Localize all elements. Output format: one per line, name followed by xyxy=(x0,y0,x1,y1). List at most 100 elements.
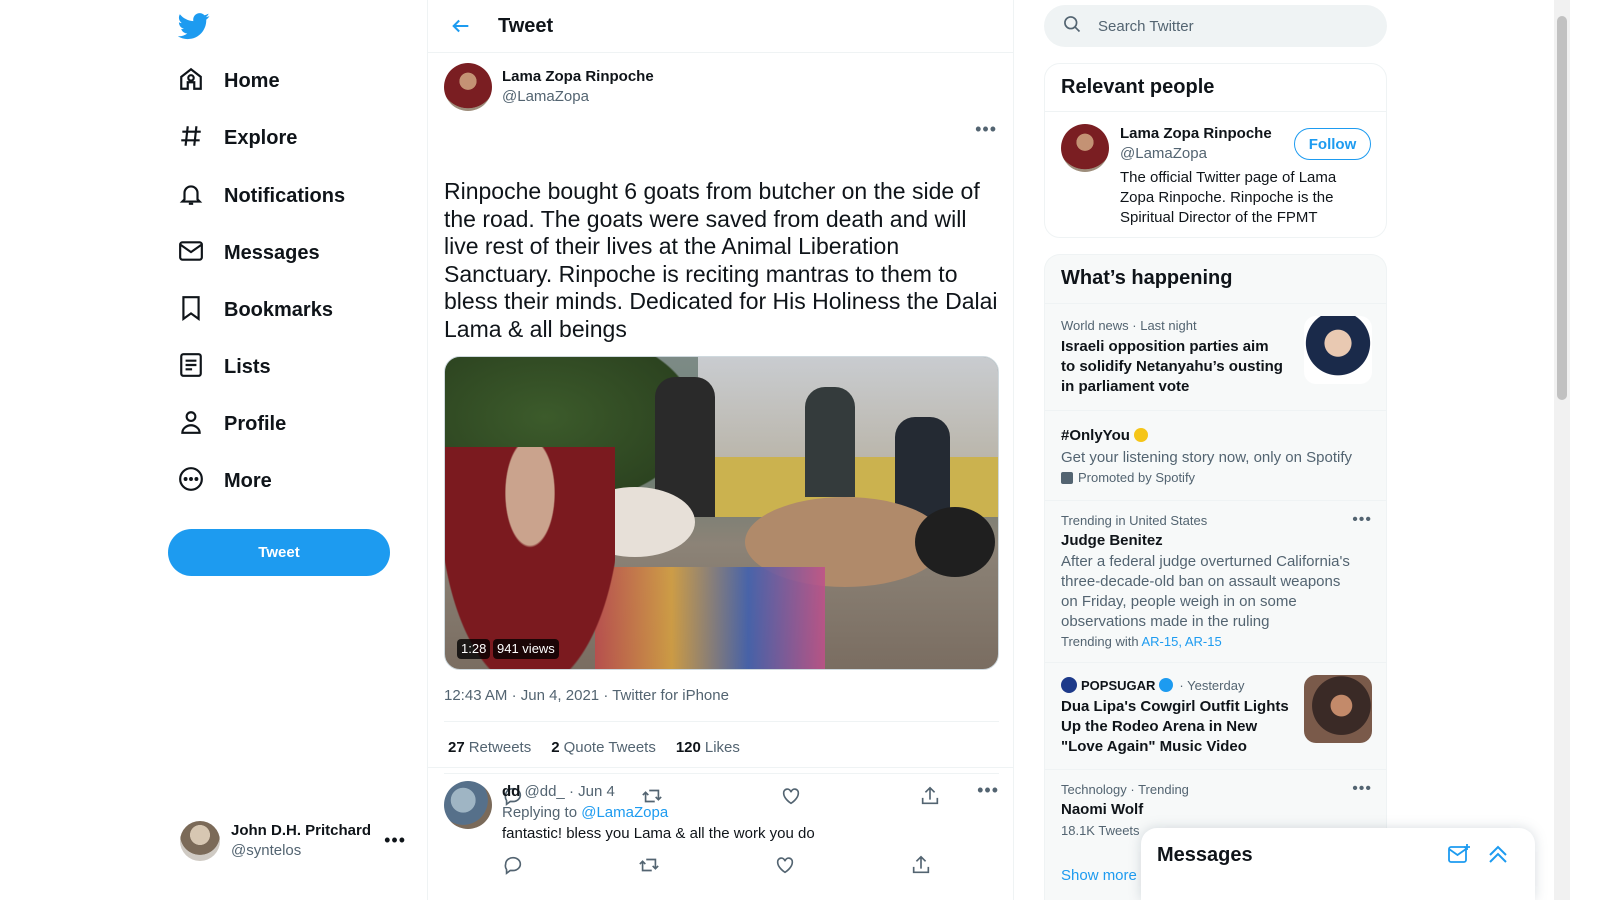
more-circle-icon xyxy=(178,466,204,497)
follow-button[interactable]: Follow xyxy=(1294,128,1371,160)
left-navigation: Home Explore Notifications Messages Book… xyxy=(168,0,426,900)
nav-item-notifications[interactable]: Notifications xyxy=(178,174,345,218)
person-bio: The official Twitter page of Lama Zopa R… xyxy=(1120,169,1337,226)
reply-text: fantastic! bless you Lama & all the work… xyxy=(502,825,815,842)
popsugar-logo-icon xyxy=(1061,677,1077,693)
trend-item[interactable]: #OnlyYou Get your listening story now, o… xyxy=(1045,410,1386,500)
tweet-video[interactable]: 1:28 941 views xyxy=(444,356,999,670)
expand-drawer-icon[interactable] xyxy=(1486,842,1510,866)
trend-item[interactable]: Trending in United States ••• Judge Beni… xyxy=(1045,500,1386,662)
trend-description: Get your listening story now, only on Sp… xyxy=(1061,449,1352,466)
author-name[interactable]: Lama Zopa Rinpoche xyxy=(502,67,654,87)
tweet-meta: 12:43 AM · Jun 4, 2021 · Twitter for iPh… xyxy=(444,687,729,704)
more-dots-icon[interactable]: ••• xyxy=(384,830,406,851)
promoted-icon xyxy=(1061,471,1073,484)
trend-item[interactable]: POPSUGAR · Yesterday Dua Lipa's Cowgirl … xyxy=(1045,662,1386,769)
quote-tweets-stat[interactable]: 2 Quote Tweets xyxy=(551,739,656,756)
trend-context: Technology · Trending xyxy=(1061,782,1189,797)
nav-item-label: Profile xyxy=(224,412,287,435)
trending-with-link[interactable]: AR-15, AR-15 xyxy=(1141,634,1221,649)
tweet-time[interactable]: 12:43 AM xyxy=(444,687,507,704)
nav-item-label: Explore xyxy=(224,126,298,149)
like-icon[interactable] xyxy=(774,854,796,881)
trend-headline: Naomi Wolf xyxy=(1061,801,1144,818)
author-handle[interactable]: @LamaZopa xyxy=(502,87,654,107)
trend-headline: Judge Benitez xyxy=(1061,532,1163,549)
retweet-icon[interactable] xyxy=(638,854,660,881)
tweet-button[interactable]: Tweet xyxy=(168,529,390,576)
trending-with: Trending with AR-15, AR-15 xyxy=(1061,634,1222,649)
search-input[interactable] xyxy=(1098,17,1358,35)
twitter-logo-icon[interactable] xyxy=(177,10,210,42)
retweets-stat[interactable]: 27 Retweets xyxy=(448,739,531,756)
whats-happening-card: What’s happening World news · Last night… xyxy=(1044,254,1387,900)
trend-thumbnail xyxy=(1304,675,1372,743)
nav-item-label: Notifications xyxy=(224,184,346,207)
nav-item-profile[interactable]: Profile xyxy=(178,402,286,446)
scrollbar[interactable] xyxy=(1554,0,1570,900)
tweet-date[interactable]: Jun 4, 2021 xyxy=(521,687,599,704)
relevant-people-card: Relevant people Lama Zopa Rinpoche @Lama… xyxy=(1044,63,1387,238)
envelope-icon xyxy=(178,238,204,269)
account-handle: @syntelos xyxy=(231,842,302,859)
tweet-text: Rinpoche bought 6 goats from butcher on … xyxy=(444,178,998,342)
avatar xyxy=(180,821,220,861)
reply-actions xyxy=(502,854,932,881)
scrollbar-thumb[interactable] xyxy=(1557,16,1567,400)
main-column: Tweet Lama Zopa Rinpoche @LamaZopa ••• R… xyxy=(427,0,1014,900)
bookmark-icon xyxy=(178,295,204,326)
nav-item-label: More xyxy=(224,469,272,492)
page-title: Tweet xyxy=(498,14,554,37)
nav-item-bookmarks[interactable]: Bookmarks xyxy=(178,288,333,332)
nav-item-label: Bookmarks xyxy=(224,298,333,321)
account-name: John D.H. Pritchard xyxy=(231,822,372,839)
nav-item-label: Messages xyxy=(224,241,320,264)
mention-link[interactable]: @LamaZopa xyxy=(581,804,668,821)
bell-icon xyxy=(178,181,204,212)
back-arrow-icon[interactable] xyxy=(444,9,478,43)
messages-drawer-title: Messages xyxy=(1157,844,1253,866)
account-switcher[interactable]: John D.H. Pritchard @syntelos ••• xyxy=(180,816,416,866)
hashtag-icon xyxy=(178,123,204,154)
reply-icon[interactable] xyxy=(502,854,524,881)
avatar[interactable] xyxy=(444,781,492,829)
search-bar[interactable] xyxy=(1044,5,1387,47)
nav-item-more[interactable]: More xyxy=(178,459,272,503)
messages-drawer[interactable]: Messages xyxy=(1141,828,1535,900)
more-dots-icon[interactable]: ••• xyxy=(1352,780,1372,798)
nav-item-label: Home xyxy=(224,69,280,92)
likes-stat[interactable]: 120 Likes xyxy=(676,739,740,756)
search-icon xyxy=(1044,14,1082,39)
reply-author-handle[interactable]: @dd_ xyxy=(525,783,565,800)
divider xyxy=(428,767,1013,768)
reply-date[interactable]: Jun 4 xyxy=(578,783,615,800)
nav-item-label: Lists xyxy=(224,355,271,378)
promoted-label: Promoted by Spotify xyxy=(1061,470,1195,485)
avatar[interactable] xyxy=(1061,124,1109,172)
trend-headline: #OnlyYou xyxy=(1061,426,1149,446)
trend-context: Trending in United States xyxy=(1061,513,1208,528)
spotify-emoji-icon xyxy=(1134,428,1149,442)
reply-author-name[interactable]: dd xyxy=(502,783,520,800)
nav-item-messages[interactable]: Messages xyxy=(178,231,320,275)
nav-item-explore[interactable]: Explore xyxy=(178,116,297,160)
tweet-source[interactable]: Twitter for iPhone xyxy=(612,687,729,704)
nav-item-lists[interactable]: Lists xyxy=(178,345,271,389)
replying-to-label: Replying to xyxy=(502,804,578,821)
share-icon[interactable] xyxy=(910,854,932,881)
tweet-author[interactable]: Lama Zopa Rinpoche @LamaZopa xyxy=(444,63,654,111)
card-title: Relevant people xyxy=(1061,76,1215,98)
video-duration-badge: 1:28 xyxy=(457,639,491,659)
more-dots-icon[interactable]: ••• xyxy=(1352,511,1372,529)
trend-count: 18.1K Tweets xyxy=(1061,823,1140,838)
nav-item-home[interactable]: Home xyxy=(178,59,280,103)
trend-item[interactable]: World news · Last night Israeli oppositi… xyxy=(1045,303,1386,410)
more-dots-icon[interactable]: ••• xyxy=(975,119,997,140)
trend-headline: Israeli opposition parties aim to solidi… xyxy=(1061,338,1283,395)
show-more-link[interactable]: Show more xyxy=(1061,867,1137,884)
trend-description: After a federal judge overturned Califor… xyxy=(1061,553,1350,630)
new-message-icon[interactable] xyxy=(1447,842,1471,866)
avatar[interactable] xyxy=(444,63,492,111)
person-icon xyxy=(178,409,204,440)
home-icon xyxy=(178,66,204,97)
